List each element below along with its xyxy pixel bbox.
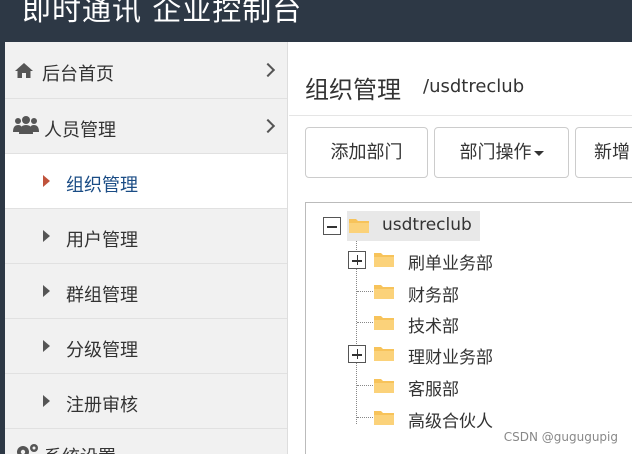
divider (289, 115, 632, 116)
sidebar-item-label: 人员管理 (44, 120, 116, 141)
sidebar-item-label: 群组管理 (66, 285, 138, 306)
chevron-right-icon (260, 118, 276, 134)
main-content: 组织管理 /usdtreclub 添加部门 部门操作 新增 usdtreclub… (289, 42, 632, 454)
top-bar: 即时通讯 企业控制台 (0, 0, 632, 42)
folder-icon (374, 253, 394, 267)
caret-right-icon (43, 395, 50, 407)
watermark: CSDN @gugugupig (503, 430, 618, 444)
folder-icon (374, 285, 394, 299)
page-subtitle: /usdtreclub (423, 76, 525, 97)
sidebar-item-label: 系统设置 (44, 443, 116, 454)
sidebar-item-settings[interactable]: 系统设置 (5, 429, 287, 454)
sidebar-item-users[interactable]: 用户管理 (5, 209, 287, 264)
caret-right-icon (43, 230, 50, 242)
department-actions-label: 部门操作 (459, 142, 532, 163)
folder-icon (374, 379, 394, 393)
sidebar: 后台首页 人员管理 组织管理 用户管理 群组管理 分级管理 注册审核 (0, 42, 288, 454)
sidebar-item-label: 组织管理 (66, 175, 138, 196)
sidebar-item-org[interactable]: 组织管理 (5, 154, 287, 209)
sidebar-item-levels[interactable]: 分级管理 (5, 319, 287, 374)
folder-icon (374, 411, 394, 425)
tree-connector (357, 385, 373, 386)
sidebar-item-label: 后台首页 (42, 64, 114, 85)
folder-icon (374, 347, 394, 361)
tree-connector (357, 291, 373, 292)
sidebar-item-register-review[interactable]: 注册审核 (5, 374, 287, 429)
sidebar-item-groups[interactable]: 群组管理 (5, 264, 287, 319)
org-tree: usdtreclub 刷单业务部 财务部 技术部 理财业务部 客服部 高级合伙人 (305, 202, 632, 454)
chevron-right-icon (260, 62, 276, 78)
app-title: 即时通讯 企业控制台 (22, 0, 303, 27)
gear-icon (17, 444, 38, 454)
home-icon (15, 63, 33, 78)
new-button[interactable]: 新增 (575, 127, 632, 178)
caret-right-icon (43, 285, 50, 297)
tree-connector (357, 322, 373, 323)
caret-right-icon (43, 175, 50, 187)
sidebar-item-home[interactable]: 后台首页 (5, 42, 287, 99)
sidebar-item-label: 分级管理 (66, 340, 138, 361)
sidebar-item-label: 用户管理 (66, 230, 138, 251)
add-department-button[interactable]: 添加部门 (305, 127, 428, 178)
sidebar-item-people[interactable]: 人员管理 (5, 99, 287, 154)
expand-icon[interactable] (348, 251, 366, 269)
collapse-icon[interactable] (323, 217, 341, 235)
sidebar-item-label: 注册审核 (66, 395, 138, 416)
caret-down-icon (533, 150, 544, 156)
page-title: 组织管理 (305, 76, 401, 104)
tree-connector (357, 417, 373, 418)
department-actions-button[interactable]: 部门操作 (434, 127, 569, 178)
folder-icon (349, 219, 369, 233)
expand-icon[interactable] (348, 345, 366, 363)
caret-right-icon (43, 340, 50, 352)
folder-icon (374, 316, 394, 330)
users-icon (13, 116, 39, 134)
